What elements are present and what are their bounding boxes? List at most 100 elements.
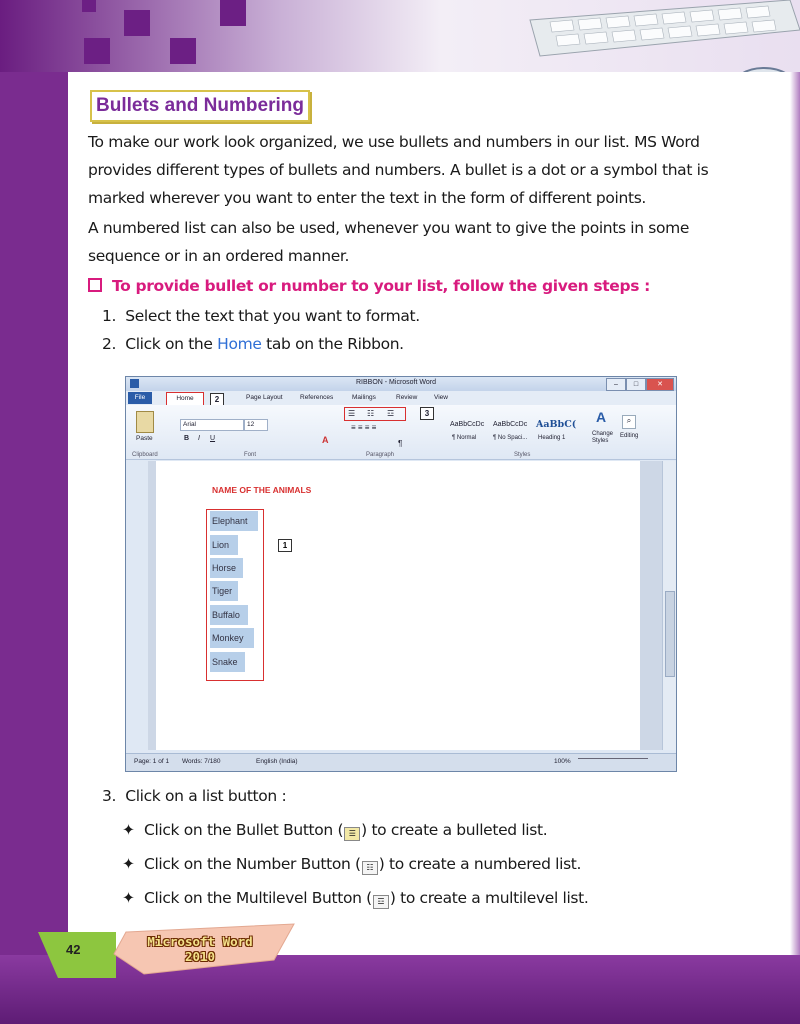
align-icons[interactable]: ≡ ≡ ≡ ≡ [351, 423, 376, 432]
book-title: Microsoft Word 2010 [140, 934, 260, 964]
decor-square [82, 0, 96, 12]
ribbon-tabs: Page Layout References Mailings Review V… [126, 391, 676, 405]
italic-button[interactable]: I [198, 435, 200, 442]
paragraph-numbered: A numbered list can also be used, whenev… [88, 219, 690, 265]
decor-square [124, 10, 150, 36]
style-heading1-preview[interactable]: AaBbC( [536, 419, 576, 430]
bullets-icon[interactable]: ☰ [348, 409, 355, 418]
section-heading: Bullets and Numbering [90, 90, 310, 122]
star-bullet-icon: ✦ [122, 821, 135, 839]
zoom-slider[interactable] [578, 758, 648, 759]
bullet-text: Click on the Number Button ( [144, 855, 361, 873]
maximize-button[interactable]: □ [626, 378, 646, 391]
bold-button[interactable]: B [184, 435, 189, 442]
paste-icon[interactable] [136, 411, 154, 433]
tab-home[interactable]: Home [166, 392, 204, 406]
status-bar: Page: 1 of 1 Words: 7/180 English (India… [126, 753, 676, 771]
vertical-scrollbar[interactable] [662, 461, 676, 750]
bullet-item-2: ✦ Click on the Number Button (☷) to creat… [122, 855, 581, 875]
numbering-button-icon: ☷ [361, 861, 378, 875]
status-page[interactable]: Page: 1 of 1 [134, 758, 169, 765]
document-title: NAME OF THE ANIMALS [212, 485, 312, 495]
book-title-line-2: 2010 [184, 949, 216, 964]
list-item[interactable]: Buffalo [210, 605, 248, 625]
tab-mailings[interactable]: Mailings [352, 394, 376, 401]
group-styles: Styles [514, 452, 531, 458]
style-nospacing-preview[interactable]: AaBbCcDc [493, 421, 527, 428]
list-buttons-highlight: ☰ ☷ ☲ [344, 407, 406, 421]
word-logo-icon [130, 379, 139, 388]
tab-page-layout[interactable]: Page Layout [246, 394, 283, 401]
list-item[interactable]: Monkey [210, 628, 254, 648]
steps-heading-text: To provide bullet or number to your list… [112, 277, 650, 295]
list-item[interactable]: Tiger [210, 581, 238, 601]
group-clipboard: Clipboard [132, 452, 158, 458]
heading-text: Bullets and Numbering [96, 95, 304, 116]
paragraph-intro: To make our work look organized, we use … [88, 133, 709, 207]
style-name: Heading 1 [538, 435, 566, 441]
step-text: tab on the Ribbon. [261, 335, 404, 353]
checkbox-bullet-icon [88, 278, 102, 292]
paste-label: Paste [136, 435, 153, 442]
book-title-line-1: Microsoft Word [147, 934, 253, 949]
decor-square [170, 38, 196, 64]
step-text: Select the text that you want to format. [125, 307, 420, 325]
word-title-bar: RIBBON - Microsoft Word – □ ✕ [126, 377, 676, 391]
decor-square [84, 38, 110, 64]
bullet-text: ) to create a multilevel list. [389, 889, 589, 907]
right-edge [790, 72, 800, 955]
status-words[interactable]: Words: 7/180 [182, 758, 221, 765]
bullets-button-icon: ☰ [344, 827, 361, 841]
bullet-text: ) to create a numbered list. [378, 855, 582, 873]
list-item[interactable]: Lion [210, 535, 238, 555]
step-text: Click on a list button : [125, 787, 287, 805]
bullet-item-3: ✦ Click on the Multilevel Button (☲) to c… [122, 889, 589, 909]
numbering-icon[interactable]: ☷ [367, 409, 374, 418]
ribbon: Paste Arial 12 B I U A ☰ ☷ ☲ 3 ≡ ≡ ≡ ≡ ¶… [126, 405, 676, 460]
scroll-thumb[interactable] [665, 591, 675, 677]
step-1: 1. Select the text that you want to form… [102, 307, 420, 325]
decor-square [220, 0, 246, 26]
change-styles-icon[interactable]: A [596, 409, 606, 425]
list-item[interactable]: Elephant [210, 511, 258, 531]
callout-3: 3 [420, 407, 434, 420]
home-word: Home [217, 335, 262, 353]
bullet-text: ) to create a bulleted list. [361, 821, 548, 839]
word-title: RIBBON - Microsoft Word [356, 379, 436, 386]
step-number: 3. [102, 787, 117, 805]
step-number: 1. [102, 307, 117, 325]
list-item[interactable]: Snake [210, 652, 245, 672]
list-item[interactable]: Horse [210, 558, 243, 578]
keyboard-image [529, 0, 800, 57]
style-normal-preview[interactable]: AaBbCcDc [450, 421, 484, 428]
star-bullet-icon: ✦ [122, 855, 135, 873]
tab-file[interactable]: File [128, 392, 152, 404]
star-bullet-icon: ✦ [122, 889, 135, 907]
group-font: Font [244, 452, 257, 458]
bullet-item-1: ✦ Click on the Bullet Button (☰) to creat… [122, 821, 548, 841]
close-button[interactable]: ✕ [646, 378, 674, 391]
multilevel-button-icon: ☲ [372, 895, 389, 909]
style-name: ¶ No Spaci... [493, 435, 528, 441]
pilcrow-icon[interactable]: ¶ [398, 439, 402, 448]
editing-label[interactable]: Editing [620, 433, 638, 439]
step-number: 2. [102, 335, 117, 353]
font-size-select[interactable]: 12 [244, 419, 268, 431]
status-language[interactable]: English (India) [256, 758, 298, 765]
status-zoom[interactable]: 100% [554, 758, 571, 765]
callout-1: 1 [278, 539, 292, 552]
find-icon[interactable]: ⌕ [622, 415, 636, 429]
underline-button[interactable]: U [210, 435, 215, 442]
font-color-icon[interactable]: A [322, 435, 329, 445]
step-2: 2. Click on the Home tab on the Ribbon. [102, 335, 404, 353]
page-number: 42 [66, 942, 81, 957]
minimize-button[interactable]: – [606, 378, 626, 391]
tab-view[interactable]: View [434, 394, 448, 401]
multilevel-list-icon[interactable]: ☲ [387, 409, 394, 418]
change-styles-label[interactable]: Change Styles [592, 431, 618, 445]
group-paragraph: Paragraph [366, 452, 395, 458]
font-name-select[interactable]: Arial [180, 419, 244, 431]
tab-review[interactable]: Review [396, 394, 417, 401]
step-text: Click on the [125, 335, 218, 353]
tab-references[interactable]: References [300, 394, 333, 401]
